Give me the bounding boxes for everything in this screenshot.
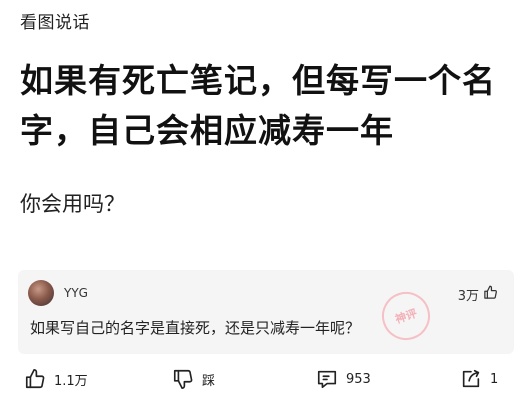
comment-icon [316,368,338,390]
comment-text: 如果写自己的名字是直接死，还是只减寿一年呢？ [30,319,361,337]
thumbs-up-icon [24,368,46,390]
comment-author[interactable]: YYG [64,286,88,300]
dislike-label: 踩 [202,373,216,389]
top-comment-card[interactable]: YYG 3万 如果写自己的名字是直接死，还是只减寿一年呢？ 神评 [18,270,514,354]
share-icon [460,368,482,390]
share-button[interactable]: 1 [460,368,498,390]
avatar[interactable] [28,280,54,306]
featured-comment-stamp: 神评 [375,285,437,347]
like-button[interactable]: 1.1万 [24,368,88,390]
comment-like-button[interactable]: 3万 [458,285,498,304]
comment-like-count: 3万 [457,289,479,304]
like-count: 1.1万 [54,373,88,389]
category-label[interactable]: 看图说话 [20,8,90,33]
post-title: 如果有死亡笔记，但每写一个名字，自己会相应减寿一年 [20,61,496,150]
action-bar: 1.1万 踩 953 1 [0,368,532,398]
comment-button[interactable]: 953 [316,368,371,390]
comment-count: 953 [346,371,371,387]
thumbs-up-icon [483,285,498,304]
share-count: 1 [490,371,499,387]
thumbs-down-icon [172,368,194,390]
dislike-button[interactable]: 踩 [172,368,215,390]
post-body: 你会用吗？ [20,192,125,216]
